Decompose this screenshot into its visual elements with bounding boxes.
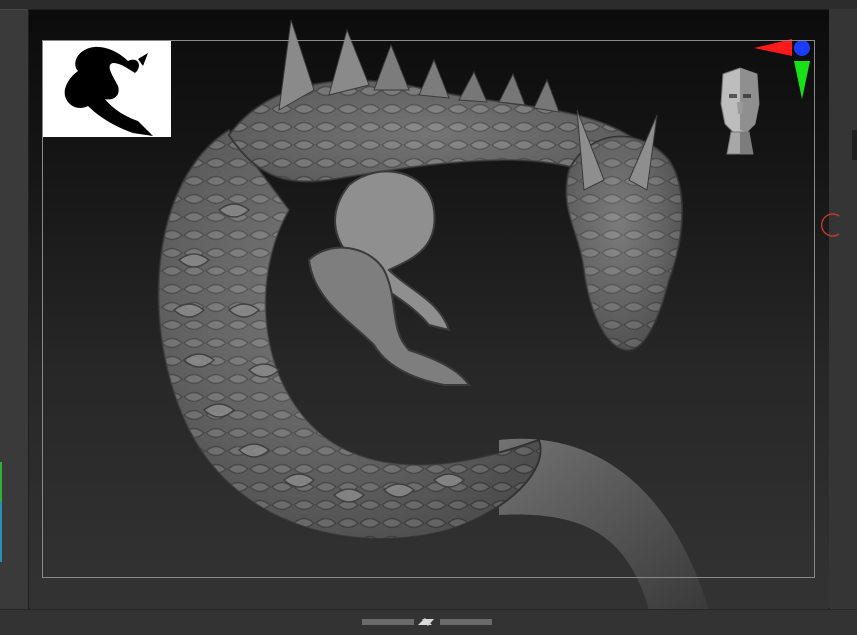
viewport-canvas[interactable] (29, 10, 829, 609)
dragon-silhouette-icon (64, 46, 153, 136)
right-shelf (829, 9, 857, 608)
rotate-indicator-icon[interactable] (820, 212, 846, 238)
axis-gyro-icon[interactable] (754, 39, 818, 103)
left-accent-blue (0, 502, 2, 562)
silhouette-thumbnail[interactable] (43, 41, 171, 137)
right-shelf-edge (852, 130, 857, 160)
left-accent-green (0, 462, 2, 502)
collapse-handle-icon[interactable] (362, 617, 492, 627)
canvas-frame (28, 9, 830, 610)
